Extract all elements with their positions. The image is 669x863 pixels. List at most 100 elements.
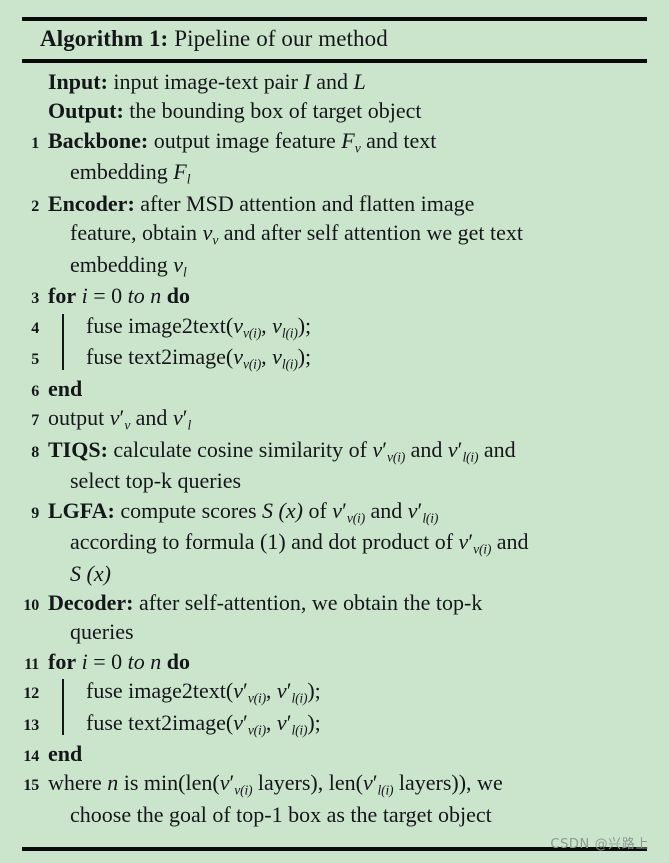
v-subscript: v(i) xyxy=(243,325,262,341)
v-subscript: v(i) xyxy=(247,722,266,738)
input-desc: input image-text pair xyxy=(113,69,304,95)
algorithm-output-line: Output: the bounding box of target objec… xyxy=(12,96,657,125)
step-line-1-cont: embedding Fl xyxy=(12,157,657,189)
where-layers-1: layers), len( xyxy=(252,770,363,796)
arg-vli: vl(i) xyxy=(272,344,298,372)
step-line-8-cont: select top-k queries xyxy=(12,466,657,495)
score-fn-s: S xyxy=(70,560,81,586)
arg-vvi: vv(i) xyxy=(233,344,262,372)
where-layers-2: layers)), we xyxy=(393,770,503,796)
arg-vvi-prime: v′v(i) xyxy=(233,710,266,738)
f-glyph: F xyxy=(341,127,355,153)
step-line-2-cont2: embedding vl xyxy=(12,250,657,282)
arg-comma: , xyxy=(265,677,277,703)
step-line-15: 15 where n is min(len(v′v(i) layers), le… xyxy=(12,768,657,800)
v-glyph: v xyxy=(332,497,343,523)
score-fn-arg: (x) xyxy=(81,560,111,586)
line-number: 12 xyxy=(23,684,39,702)
backbone-text-c: embedding xyxy=(70,159,174,185)
v-subscript: l xyxy=(183,264,187,280)
line-number: 7 xyxy=(31,412,39,430)
encoder-label: Encoder: xyxy=(48,190,135,216)
v-subscript: l(i) xyxy=(422,510,439,526)
line-number: 13 xyxy=(23,716,39,734)
where-text-b: is min(len( xyxy=(118,770,220,796)
v-glyph: v xyxy=(173,251,184,277)
decoder-text-b: queries xyxy=(70,619,134,645)
step-line-13: 13 fuse text2image(v′v(i), v′l(i)); xyxy=(12,705,657,740)
decoder-text-a: after self-attention, we obtain the top-… xyxy=(133,590,483,616)
var-vl: vl xyxy=(173,251,187,280)
var-vl-prime: v′l xyxy=(172,405,192,433)
var-vli-prime: v′l(i) xyxy=(407,497,439,526)
where-text-c: choose the goal of top-1 box as the targ… xyxy=(70,802,492,828)
v-glyph: v xyxy=(172,405,183,431)
v-subscript: l xyxy=(187,417,192,433)
step-line-9-cont2: S (x) xyxy=(12,559,657,588)
step-15-text-cont: choose the goal of top-1 box as the targ… xyxy=(46,800,657,829)
step-5-text: fuse text2image(vv(i), vl(i)); xyxy=(46,340,657,374)
var-vv-prime: v′v xyxy=(109,405,131,433)
v-subscript: l(i) xyxy=(462,449,479,465)
tiqs-conj2: and xyxy=(478,436,516,462)
step-line-10-cont: queries xyxy=(12,617,657,646)
v-glyph: v xyxy=(407,497,418,523)
loop-bound-n: n xyxy=(150,283,162,309)
line-number: 3 xyxy=(31,290,39,308)
fuse-text2image: fuse text2image( xyxy=(86,709,234,735)
step-1-text: Backbone: output image feature Fv and te… xyxy=(46,126,657,158)
v-glyph: v xyxy=(276,709,287,735)
v-subscript: l(i) xyxy=(291,690,308,706)
where-var-n: n xyxy=(107,770,119,796)
arg-vvi: vv(i) xyxy=(233,313,262,341)
step-line-7: 7 output v′v and v′l xyxy=(12,403,657,435)
v-glyph: v xyxy=(362,770,373,796)
backbone-text-a: output image feature xyxy=(148,127,342,153)
step-9-text-cont1: according to formula (1) and dot product… xyxy=(46,527,657,559)
line-number: 14 xyxy=(23,748,39,766)
tiqs-conj: and xyxy=(405,436,448,462)
v-subscript: v(i) xyxy=(473,541,492,557)
for-keyword: for xyxy=(48,648,77,674)
loop-bound-n: n xyxy=(150,648,162,674)
step-line-6: 6 end xyxy=(12,374,657,403)
step-4-text: fuse image2text(vv(i), vl(i)); xyxy=(46,311,657,345)
step-line-12: 12 fuse image2text(v′v(i), v′l(i)); xyxy=(12,676,657,710)
algorithm-title-row: Algorithm 1: Pipeline of our method xyxy=(22,21,647,54)
step-11-text: for i = 0 to n do xyxy=(46,647,657,676)
arg-vli-prime: v′l(i) xyxy=(277,678,308,706)
arg-close: ); xyxy=(297,344,312,370)
loop-assign: = 0 xyxy=(87,283,128,309)
var-vvi-prime: v′v(i) xyxy=(220,770,253,798)
step-line-15-cont: choose the goal of top-1 box as the targ… xyxy=(12,800,657,829)
step-line-3: 3 for i = 0 to n do xyxy=(12,281,657,310)
step-line-8: 8 TIQS: calculate cosine similarity of v… xyxy=(12,435,657,467)
do-keyword: do xyxy=(166,283,191,309)
v-glyph: v xyxy=(109,405,120,431)
score-fn-s: S xyxy=(262,497,274,523)
step-10-text-cont: queries xyxy=(46,617,657,646)
arg-comma: , xyxy=(265,709,277,735)
to-keyword: to xyxy=(127,283,145,309)
step-8-text: TIQS: calculate cosine similarity of v′v… xyxy=(46,435,657,467)
encoder-text-a: after MSD attention and flatten image xyxy=(134,190,475,216)
step-line-9: 9 LGFA: compute scores S (x) of v′v(i) a… xyxy=(12,496,657,528)
v-subscript: v(i) xyxy=(243,356,262,372)
step-15-text: where n is min(len(v′v(i) layers), len(v… xyxy=(46,768,657,800)
lgfa-text-c: and xyxy=(491,529,529,555)
v-subscript: l(i) xyxy=(291,722,308,738)
step-2-text: Encoder: after MSD attention and flatten… xyxy=(46,189,657,218)
input-var-i: I xyxy=(303,69,311,95)
arg-comma: , xyxy=(261,312,273,338)
tiqs-text-b: select top-k queries xyxy=(70,468,242,494)
decoder-label: Decoder: xyxy=(48,590,134,616)
input-var-l: L xyxy=(353,69,366,95)
step-line-14: 14 end xyxy=(12,739,657,768)
encoder-text-c: and after self attention we get text xyxy=(218,220,524,246)
output-conj: and xyxy=(130,405,173,431)
csdn-watermark: CSDN @兴路上 xyxy=(550,837,649,852)
tiqs-text-a: calculate cosine similarity of xyxy=(107,436,373,462)
score-fn-arg: (x) xyxy=(273,497,303,523)
step-line-4: 4 fuse image2text(vv(i), vl(i)); xyxy=(12,311,657,345)
v-glyph: v xyxy=(372,436,383,462)
